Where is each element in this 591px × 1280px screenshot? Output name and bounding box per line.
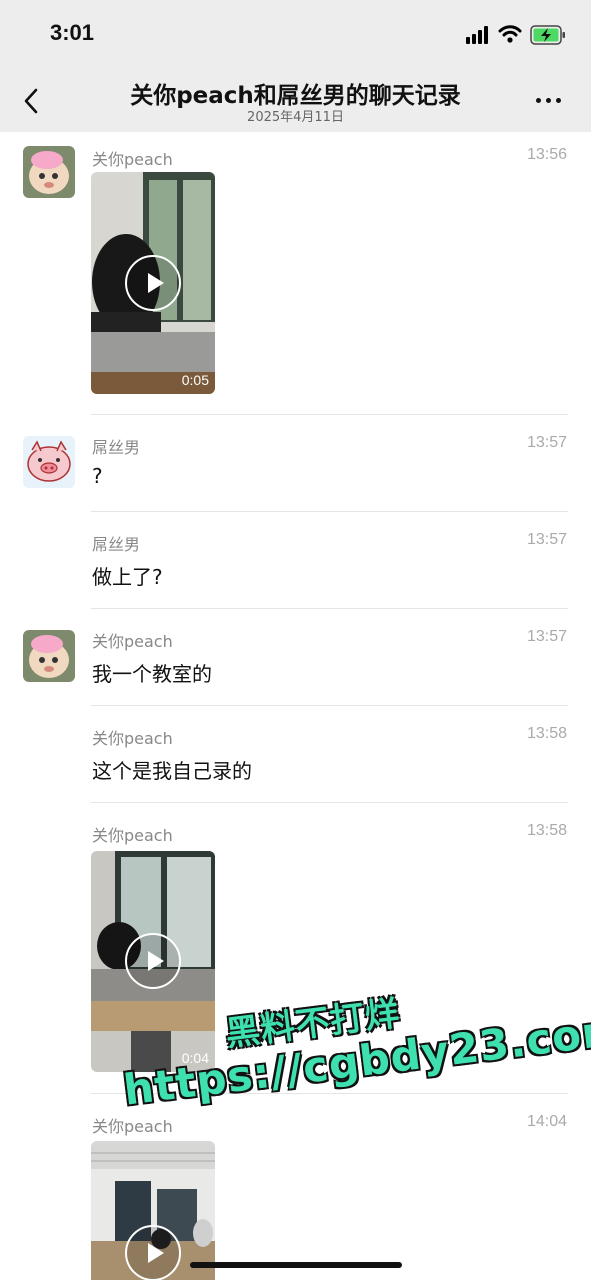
chat-date: 2025年4月11日 (247, 110, 344, 125)
sender-name: 关你peach (92, 826, 173, 845)
play-icon[interactable] (125, 1225, 181, 1280)
video-thumbnail[interactable]: 0:05 (91, 172, 215, 394)
divider (91, 608, 568, 609)
sender-name: 关你peach (92, 150, 173, 169)
message-time: 13:57 (526, 531, 567, 548)
signal-icon (466, 26, 492, 44)
message-time: 13:57 (526, 628, 567, 645)
message-item: 关你peach 13:57 我一个教室的 (0, 616, 591, 713)
divider (91, 705, 568, 706)
avatar[interactable] (23, 436, 75, 488)
play-icon[interactable] (125, 933, 181, 989)
page-title: 关你peach和屌丝男的聊天记录 (130, 83, 461, 109)
divider (91, 802, 568, 803)
sender-name: 关你peach (92, 1117, 173, 1136)
chat-header: 关你peach和屌丝男的聊天记录 2025年4月11日 (0, 68, 591, 132)
message-item: 屌丝男 13:57 做上了? (0, 519, 591, 616)
video-thumbnail[interactable] (91, 1141, 215, 1280)
video-duration: 0:05 (181, 372, 209, 388)
play-icon[interactable] (125, 255, 181, 311)
message-time: 13:57 (526, 434, 567, 451)
message-item: 关你peach 14:04 (0, 1100, 591, 1280)
message-item: 屌丝男 13:57 ? (0, 422, 591, 519)
divider (91, 414, 568, 415)
message-time: 14:04 (526, 1113, 567, 1130)
message-time: 13:58 (526, 725, 567, 742)
message-text: 我一个教室的 (92, 662, 212, 686)
message-item: 关你peach 13:56 0:05 (0, 132, 591, 422)
message-time: 13:58 (526, 822, 567, 839)
sender-name: 关你peach (92, 632, 173, 651)
message-text: ? (92, 464, 103, 488)
more-icon[interactable] (534, 98, 564, 106)
sender-name: 屌丝男 (92, 438, 141, 457)
message-text: 做上了? (92, 565, 163, 589)
sender-name: 屌丝男 (92, 535, 141, 554)
wifi-icon (498, 25, 522, 43)
divider (91, 511, 568, 512)
home-indicator (190, 1262, 402, 1268)
message-text: 这个是我自己录的 (92, 759, 252, 783)
avatar[interactable] (23, 146, 75, 198)
message-item: 关你peach 13:58 这个是我自己录的 (0, 713, 591, 810)
status-time: 3:01 (50, 20, 95, 45)
avatar[interactable] (23, 630, 75, 682)
battery-charging-icon (530, 25, 565, 45)
video-thumbnail[interactable]: 0:04 (91, 851, 215, 1072)
status-bar: 3:01 (0, 0, 591, 68)
chevron-left-icon[interactable] (16, 84, 46, 118)
message-time: 13:56 (526, 146, 567, 163)
sender-name: 关你peach (92, 729, 173, 748)
